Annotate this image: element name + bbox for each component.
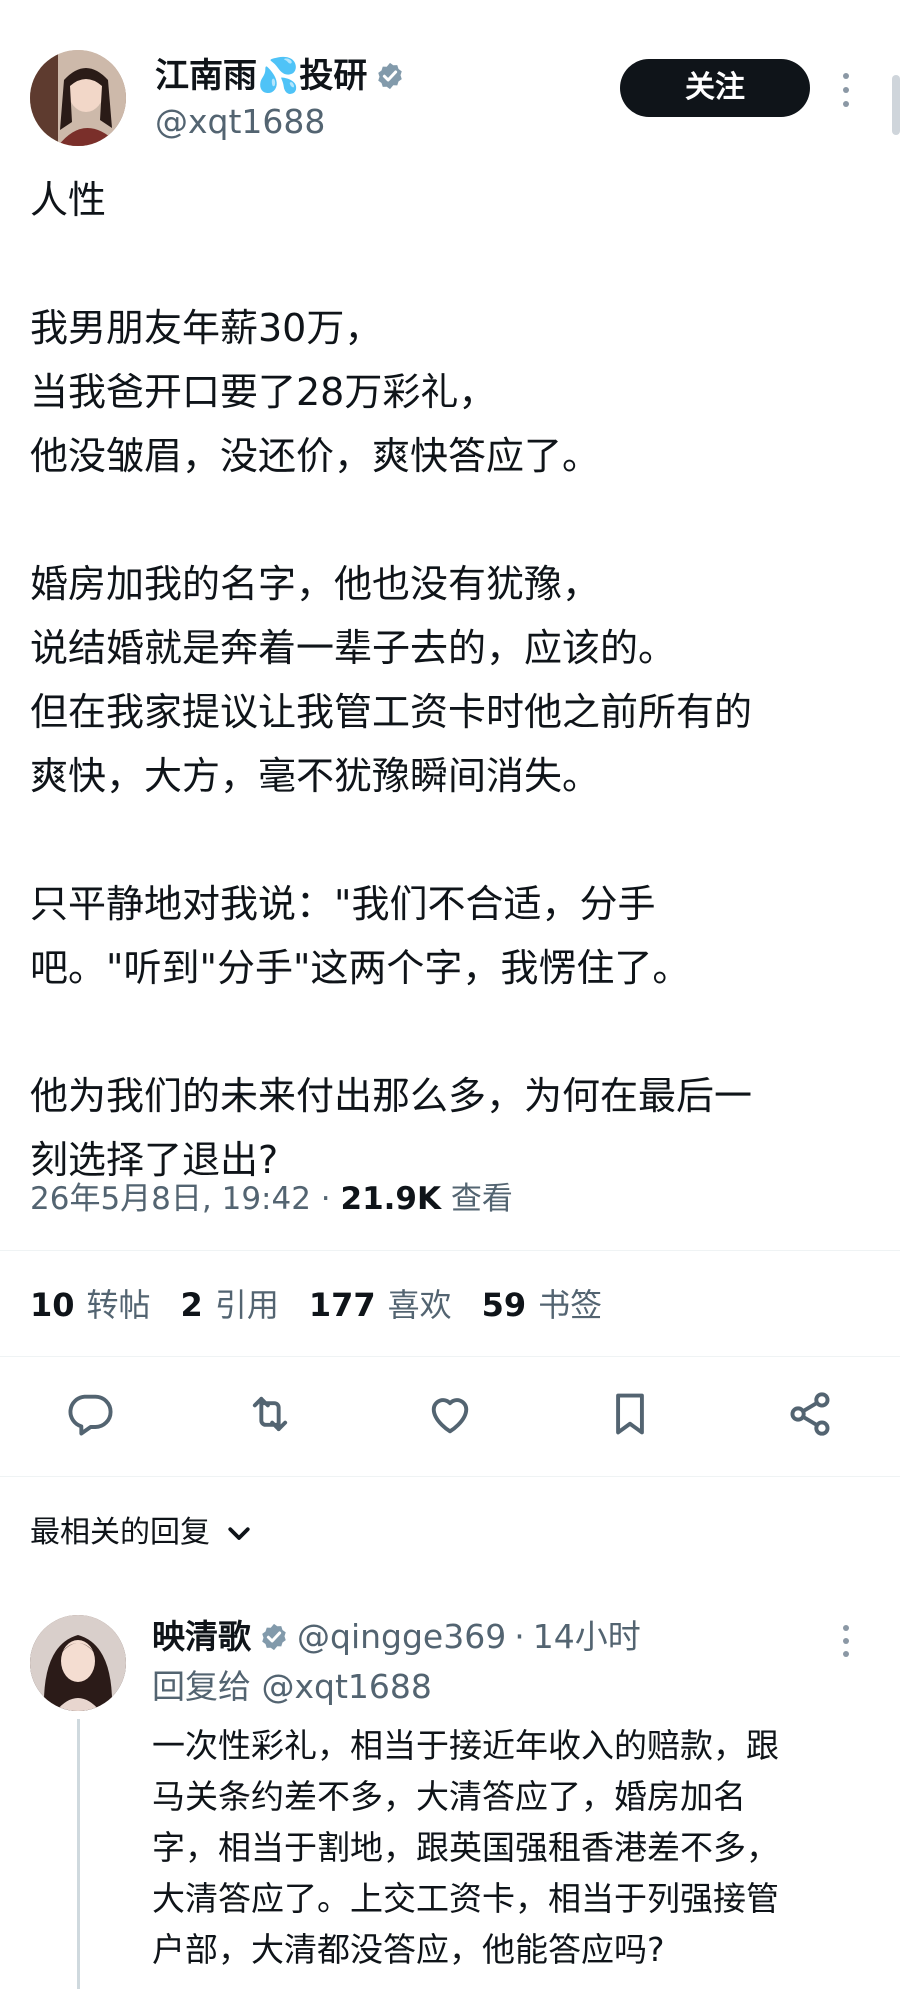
reply-icon [68, 1394, 113, 1436]
reply-button[interactable] [64, 1388, 116, 1440]
divider [0, 1356, 900, 1357]
reposts-label: 转帖 [86, 1286, 151, 1324]
reply-header: 映清歌 @qingge369 · 14小时 [152, 1615, 641, 1659]
reposts-stat[interactable]: 10 转帖 [30, 1283, 151, 1327]
reply-more-options-icon[interactable] [842, 1623, 850, 1659]
reply-author-name[interactable]: 映清歌 [152, 1615, 251, 1659]
bookmarks-count: 59 [481, 1286, 527, 1324]
bookmarks-label: 书签 [538, 1286, 603, 1324]
more-options-icon[interactable] [842, 70, 850, 110]
author-avatar-image [30, 50, 126, 146]
author-avatar[interactable] [30, 50, 126, 146]
reply-time[interactable]: 14小时 [533, 1615, 641, 1659]
likes-label: 喜欢 [387, 1286, 452, 1324]
reply-author-handle[interactable]: @qingge369 [297, 1615, 506, 1659]
replies-sort-label: 最相关的回复 [30, 1515, 210, 1550]
share-button[interactable] [784, 1388, 836, 1440]
scrollbar[interactable] [892, 75, 900, 135]
likes-stat[interactable]: 177 喜欢 [309, 1283, 452, 1327]
reposts-count: 10 [30, 1286, 75, 1324]
author-display-name[interactable]: 江南雨💦投研 [155, 56, 367, 96]
action-bar [0, 1388, 900, 1444]
reply-text: 一次性彩礼，相当于接近年收入的赔款，跟 马关条约差不多，大清答应了，婚房加名 字… [152, 1726, 779, 1969]
retweet-icon [252, 1396, 288, 1432]
author-handle[interactable]: @xqt1688 [155, 102, 325, 142]
divider [0, 1476, 900, 1477]
author-name-row: 江南雨💦投研 [155, 56, 405, 96]
views-label: 查看 [441, 1181, 513, 1217]
like-button[interactable] [424, 1388, 476, 1440]
like-icon [431, 1398, 469, 1434]
replies-sort-dropdown[interactable]: 最相关的回复 [30, 1511, 254, 1555]
chevron-down-icon [228, 1527, 250, 1540]
thread-line [77, 1719, 80, 1989]
likes-count: 177 [308, 1286, 376, 1324]
reply-item[interactable]: 映清歌 @qingge369 · 14小时 回复给 @xqt1688 一次性彩礼… [30, 1615, 880, 1989]
replying-to[interactable]: 回复给 @xqt1688 [152, 1665, 432, 1709]
bookmark-icon [616, 1393, 644, 1435]
divider [0, 1250, 900, 1251]
retweet-button[interactable] [244, 1388, 296, 1440]
post-text: 人性 我男朋友年薪30万， 当我爸开口要了28万彩礼， 他没皱眉，没还价，爽快答… [30, 178, 753, 1182]
verified-badge-icon [262, 1623, 286, 1651]
follow-button[interactable]: 关注 [620, 59, 810, 117]
verified-badge-icon [378, 62, 403, 90]
views-count[interactable]: 21.9K [341, 1181, 442, 1217]
engagement-stats: 10 转帖 2 引用 177 喜欢 59 书签 [30, 1283, 602, 1327]
quotes-count: 2 [180, 1286, 203, 1324]
bookmark-button[interactable] [604, 1388, 656, 1440]
quotes-label: 引用 [214, 1286, 279, 1324]
post-meta: 26年5月8日, 19:42 · 21.9K 查看 [30, 1177, 513, 1221]
quotes-stat[interactable]: 2 引用 [181, 1283, 279, 1327]
bookmarks-stat[interactable]: 59 书签 [482, 1283, 603, 1327]
post-timestamp[interactable]: 26年5月8日, 19:42 · [30, 1181, 341, 1217]
reply-avatar-image [30, 1615, 126, 1711]
post-header: 江南雨💦投研 @xqt1688 关注 [30, 50, 870, 150]
separator-dot: · [514, 1617, 525, 1656]
reply-author-avatar[interactable] [30, 1615, 126, 1711]
share-icon [790, 1392, 830, 1436]
